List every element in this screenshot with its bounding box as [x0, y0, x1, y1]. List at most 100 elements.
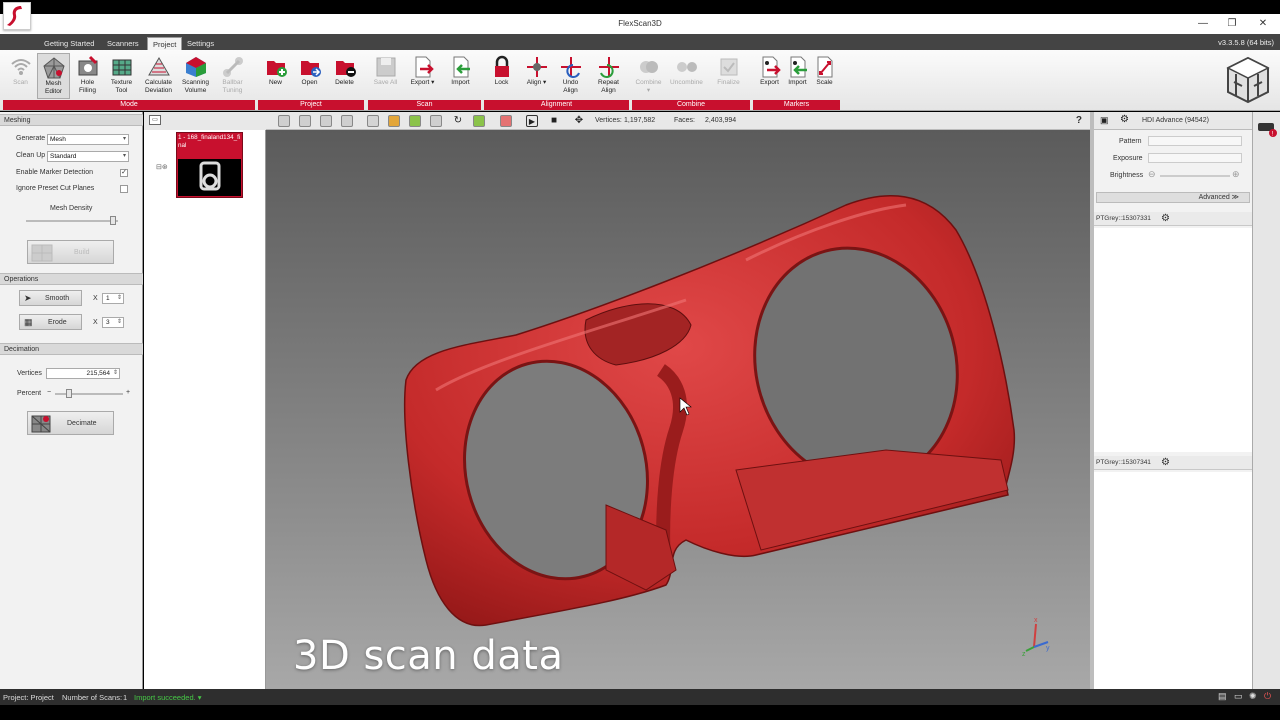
brightness-decrease-icon[interactable]: ⊖	[1148, 169, 1156, 180]
camera-2-view	[1094, 472, 1252, 689]
faces-count-value: 2,403,994	[705, 117, 737, 124]
calculate-deviation-button[interactable]: Calculate Deviation	[142, 53, 175, 99]
pattern-label: Pattern	[1119, 138, 1142, 145]
ballbar-tuning-button[interactable]: Ballbar Tuning	[216, 53, 249, 99]
decimate-button[interactable]: Decimate	[27, 411, 114, 435]
brush-icon[interactable]	[320, 115, 332, 127]
tab-getting-started[interactable]: Getting Started	[39, 37, 99, 50]
move-object-icon[interactable]	[409, 115, 421, 127]
finalize-button[interactable]: Finalize	[712, 53, 745, 99]
advanced-toggle[interactable]: Advanced ≫	[1096, 192, 1250, 203]
ribbon-group-markers: Export Import Scale Markers	[753, 53, 840, 110]
delete-project-button[interactable]: Delete	[328, 53, 361, 99]
select-icon[interactable]	[278, 115, 290, 127]
camera-icon[interactable]: ▣	[1100, 115, 1109, 126]
tray-network-icon[interactable]: ✺	[1249, 691, 1257, 702]
percent-decrease-button[interactable]: −	[47, 389, 51, 396]
combine-button[interactable]: Combine ▾	[632, 53, 665, 99]
mesh-density-slider[interactable]	[110, 216, 117, 225]
minimize-button[interactable]: —	[1196, 17, 1210, 31]
camera-1-settings-gear-icon[interactable]: ⚙	[1161, 212, 1170, 226]
scan-thumbnail-icon	[199, 161, 221, 191]
combine-icon	[639, 61, 658, 73]
undo-align-icon	[560, 57, 581, 78]
scan-visibility-icon[interactable]: ⊟⊛	[156, 163, 168, 171]
repeat-align-button[interactable]: Repeat Align	[592, 53, 625, 99]
scale-button[interactable]: Scale	[808, 53, 841, 99]
3d-viewport[interactable]: 3D scan data x y z	[266, 130, 1090, 689]
camera-2-settings-gear-icon[interactable]: ⚙	[1161, 456, 1170, 470]
scan-count-value: 1	[123, 693, 128, 702]
vertices-count-value: 1,197,582	[624, 117, 656, 124]
undo-align-button[interactable]: Undo Align	[554, 53, 587, 99]
erode-label: Erode	[48, 319, 67, 326]
scanning-volume-button[interactable]: Scanning Volume	[179, 53, 212, 99]
vertices-label: Vertices	[17, 370, 42, 377]
brightness-increase-icon[interactable]: ⊕	[1232, 169, 1240, 180]
vertices-spinner[interactable]: 215,564	[46, 368, 120, 379]
percent-increase-button[interactable]: +	[126, 389, 130, 396]
close-button[interactable]: ✕	[1256, 17, 1270, 31]
calculate-deviation-label: Calculate Deviation	[144, 79, 173, 94]
lasso-icon[interactable]	[299, 115, 311, 127]
texture-view-icon[interactable]	[388, 115, 400, 127]
play-icon[interactable]: ▶	[526, 115, 538, 127]
zoom-fit-icon[interactable]	[430, 115, 442, 127]
erode-times-spinner[interactable]: 3	[102, 317, 124, 328]
scanner-settings-gear-icon[interactable]: ⚙	[1120, 114, 1129, 125]
restore-button[interactable]: ❐	[1225, 17, 1239, 31]
tab-scanners[interactable]: Scanners	[102, 37, 144, 50]
tray-window-icon[interactable]: ▭	[1234, 691, 1243, 702]
undo-align-label: Undo Align	[562, 79, 579, 94]
tab-settings[interactable]: Settings	[182, 37, 219, 50]
percent-slider[interactable]	[65, 389, 72, 398]
scan-list-item[interactable]: 1 - 168_finaland134_final	[176, 132, 243, 198]
texture-tool-button[interactable]: Texture Tool	[105, 53, 138, 99]
plane-cut-icon[interactable]	[341, 115, 353, 127]
erode-button[interactable]: ▦ Erode	[19, 314, 82, 330]
mesh-density-track[interactable]	[26, 220, 118, 222]
marker-detection-checkbox[interactable]: ✓	[120, 169, 128, 177]
smooth-times-spinner[interactable]: 1	[102, 293, 124, 304]
build-button[interactable]: Build	[27, 240, 114, 264]
grid-icon[interactable]	[473, 115, 485, 127]
app-logo[interactable]	[3, 2, 31, 30]
mesh-editor-button[interactable]: Mesh Editor	[37, 53, 70, 99]
texture-tool-label: Texture Tool	[110, 79, 133, 94]
scan-mode-button[interactable]: Scan	[4, 53, 37, 99]
hole-filling-button[interactable]: Hole Filling	[71, 53, 104, 99]
brightness-slider[interactable]	[1160, 175, 1230, 177]
record-icon[interactable]	[500, 115, 512, 127]
tray-power-icon[interactable]: ⏻	[1264, 691, 1271, 702]
faces-count-label: Faces:	[674, 117, 696, 124]
uncombine-button[interactable]: Uncombine	[670, 53, 703, 99]
import-scan-label: Import	[451, 79, 470, 86]
import-scan-button[interactable]: Import	[444, 53, 477, 99]
import-status-message[interactable]: Import succeeded. ▾	[134, 693, 202, 702]
menu-bar: Getting Started Scanners Project Setting…	[0, 34, 1280, 50]
generate-select[interactable]: Mesh	[47, 134, 129, 145]
help-button[interactable]: ?	[1076, 115, 1082, 126]
lock-button[interactable]: Lock	[485, 53, 518, 99]
ribbon-group-label-scan: Scan	[368, 100, 481, 110]
save-all-button[interactable]: Save All	[369, 53, 402, 99]
align-button[interactable]: Align ▾	[520, 53, 553, 99]
scan-list-view-icon[interactable]: ▭	[149, 115, 161, 125]
stop-icon[interactable]: ■	[548, 115, 560, 127]
tray-monitor-icon[interactable]: ▤	[1218, 691, 1227, 702]
export-scan-button[interactable]: Export ▾	[406, 53, 439, 99]
pattern-select[interactable]	[1148, 136, 1242, 146]
ignore-cut-planes-checkbox[interactable]	[120, 185, 128, 193]
scanner-settings-panel: ▣ ⚙ HDI Advance (94542) Pattern Exposure…	[1094, 112, 1252, 689]
new-project-button[interactable]: New	[259, 53, 292, 99]
open-project-button[interactable]: Open	[293, 53, 326, 99]
light-icon[interactable]	[367, 115, 379, 127]
rotate-icon[interactable]: ↻	[452, 115, 464, 127]
exposure-select[interactable]	[1148, 153, 1242, 163]
smooth-button[interactable]: ➤ Smooth	[19, 290, 82, 306]
pan-icon[interactable]: ✥	[573, 115, 585, 127]
tab-project[interactable]: Project	[147, 37, 183, 50]
open-project-icon	[300, 61, 321, 77]
cleanup-select[interactable]: Standard	[47, 151, 129, 162]
scanner-device-icon[interactable]: !	[1257, 120, 1277, 138]
